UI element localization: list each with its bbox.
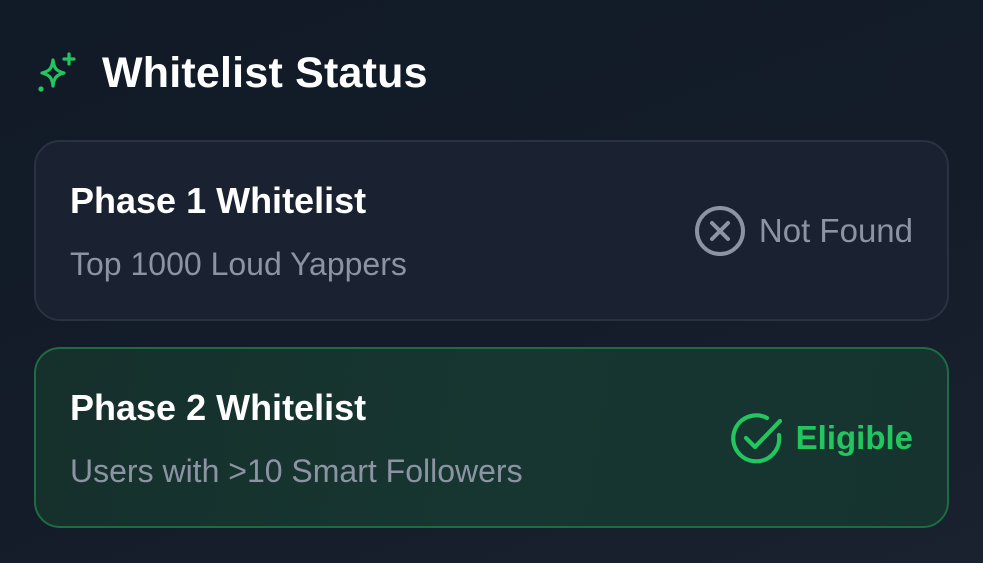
phase-2-card: Phase 2 Whitelist Users with >10 Smart F… [34, 347, 949, 528]
sparkles-icon [34, 51, 78, 95]
status-badge: Not Found [758, 211, 913, 249]
phase-2-status: Eligible [730, 349, 913, 526]
phase-1-subtitle: Top 1000 Loud Yappers [70, 246, 407, 282]
phase-1-title: Phase 1 Whitelist [70, 180, 367, 221]
page-title: Whitelist Status [102, 48, 428, 97]
whitelist-status-panel: Whitelist Status Phase 1 Whitelist Top 1… [0, 0, 983, 563]
x-circle-icon [693, 204, 747, 258]
phase-2-subtitle: Users with >10 Smart Followers [70, 453, 523, 489]
phase-1-card: Phase 1 Whitelist Top 1000 Loud Yappers … [34, 140, 949, 321]
section-header: Whitelist Status [34, 44, 428, 102]
check-circle-icon [730, 411, 784, 465]
phase-1-status: Not Found [693, 142, 913, 319]
status-badge: Eligible [795, 418, 913, 456]
phase-2-title: Phase 2 Whitelist [70, 387, 367, 428]
